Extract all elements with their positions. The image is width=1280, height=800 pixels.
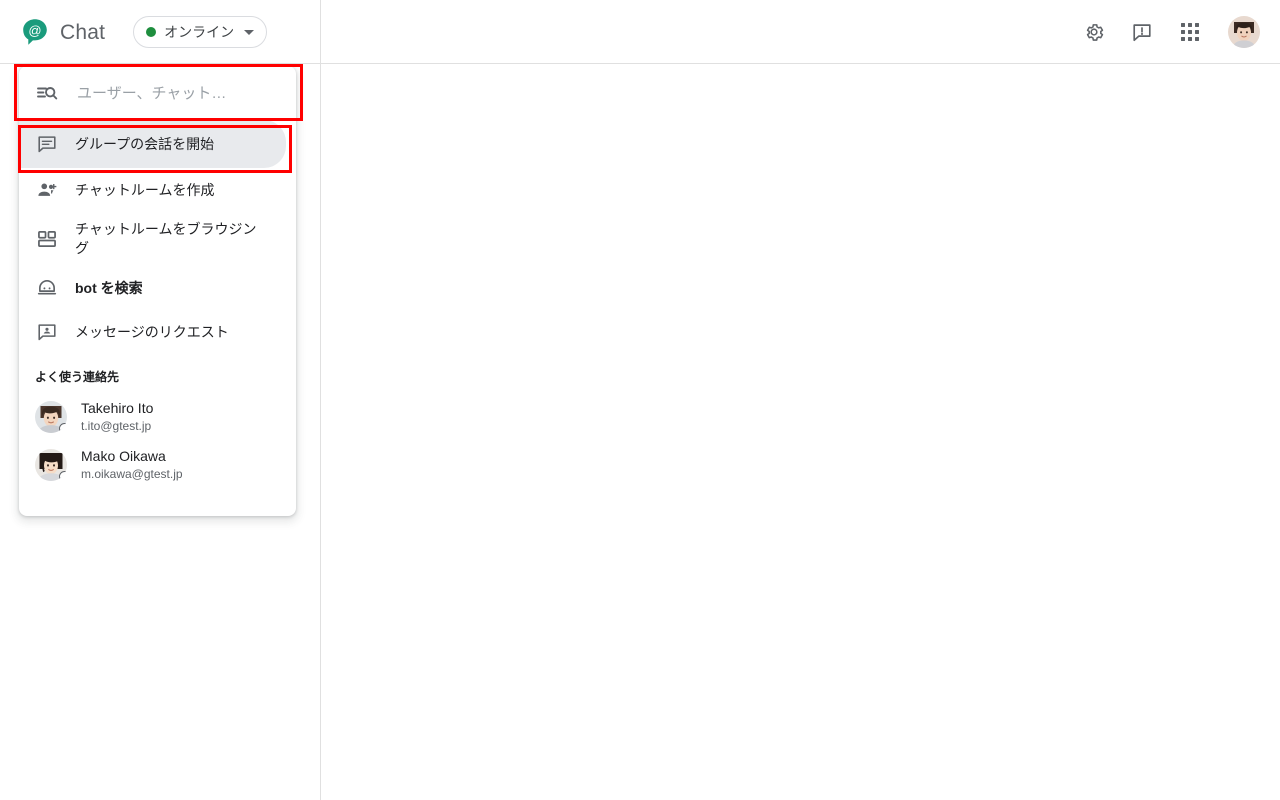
- feedback-button[interactable]: [1126, 16, 1158, 48]
- menu-item-message-requests[interactable]: メッセージのリクエスト: [19, 310, 296, 354]
- svg-text:@: @: [28, 23, 41, 38]
- contact-row[interactable]: Mako Oikawa m.oikawa@gtest.jp: [19, 441, 296, 489]
- header-right-group: [1078, 0, 1260, 64]
- contact-name: Mako Oikawa: [81, 447, 166, 464]
- menu-item-label: bot を検索: [75, 279, 143, 296]
- menu-item-label: メッセージのリクエスト: [75, 323, 229, 340]
- brand-name: Chat: [60, 20, 106, 44]
- status-dot-icon: [146, 27, 157, 37]
- roster-panel: グループの会話を開始 チャットルームを作成 チャットルームをブラウジング: [19, 66, 296, 516]
- menu-item-create-room[interactable]: チャットルームを作成: [19, 168, 296, 212]
- brand[interactable]: @ Chat: [20, 17, 105, 47]
- user-avatar[interactable]: [1228, 16, 1260, 48]
- contact-email: t.ito@gtest.jp: [81, 419, 152, 434]
- header-left-group: @ Chat オンライン: [20, 0, 268, 64]
- status-label: オンライン: [164, 24, 235, 40]
- frequent-contacts-heading: よく使う連絡先: [35, 370, 120, 384]
- search-input[interactable]: [75, 83, 275, 103]
- contact-email: m.oikawa@gtest.jp: [81, 467, 183, 482]
- contact-text: Takehiro Ito t.ito@gtest.jp: [81, 400, 153, 435]
- settings-button[interactable]: [1078, 16, 1110, 48]
- chat-bubble-lines-icon: [35, 132, 59, 156]
- chevron-down-icon: [244, 29, 255, 35]
- menu-item-browse-rooms[interactable]: チャットルームをブラウジング: [19, 212, 296, 266]
- search-filter-icon: [35, 81, 59, 105]
- contact-row[interactable]: Takehiro Ito t.ito@gtest.jp: [19, 393, 296, 441]
- menu-item-find-bot[interactable]: bot を検索: [19, 266, 296, 310]
- presence-status-icon: [59, 423, 67, 433]
- search-row[interactable]: [19, 66, 296, 120]
- message-person-icon: [35, 320, 59, 344]
- conversation-content-area: [321, 65, 1280, 800]
- chat-at-bubble-icon: @: [20, 17, 50, 47]
- person-add-icon: [35, 178, 59, 202]
- avatar: [35, 449, 67, 481]
- presence-status-icon: [59, 471, 67, 481]
- status-chip[interactable]: オンライン: [133, 16, 268, 48]
- contact-name: Takehiro Ito: [81, 399, 154, 416]
- app-header: @ Chat オンライン: [0, 0, 1280, 64]
- apps-button[interactable]: [1174, 16, 1206, 48]
- menu-item-label: チャットルームをブラウジング: [75, 221, 257, 256]
- menu-item-start-group-conversation[interactable]: グループの会話を開始: [19, 120, 286, 168]
- rooms-grid-icon: [35, 227, 59, 251]
- bot-head-icon: [35, 276, 59, 300]
- menu-item-label: チャットルームを作成: [75, 181, 215, 198]
- contact-text: Mako Oikawa m.oikawa@gtest.jp: [81, 448, 183, 483]
- menu-item-label: グループの会話を開始: [75, 135, 215, 152]
- avatar: [35, 401, 67, 433]
